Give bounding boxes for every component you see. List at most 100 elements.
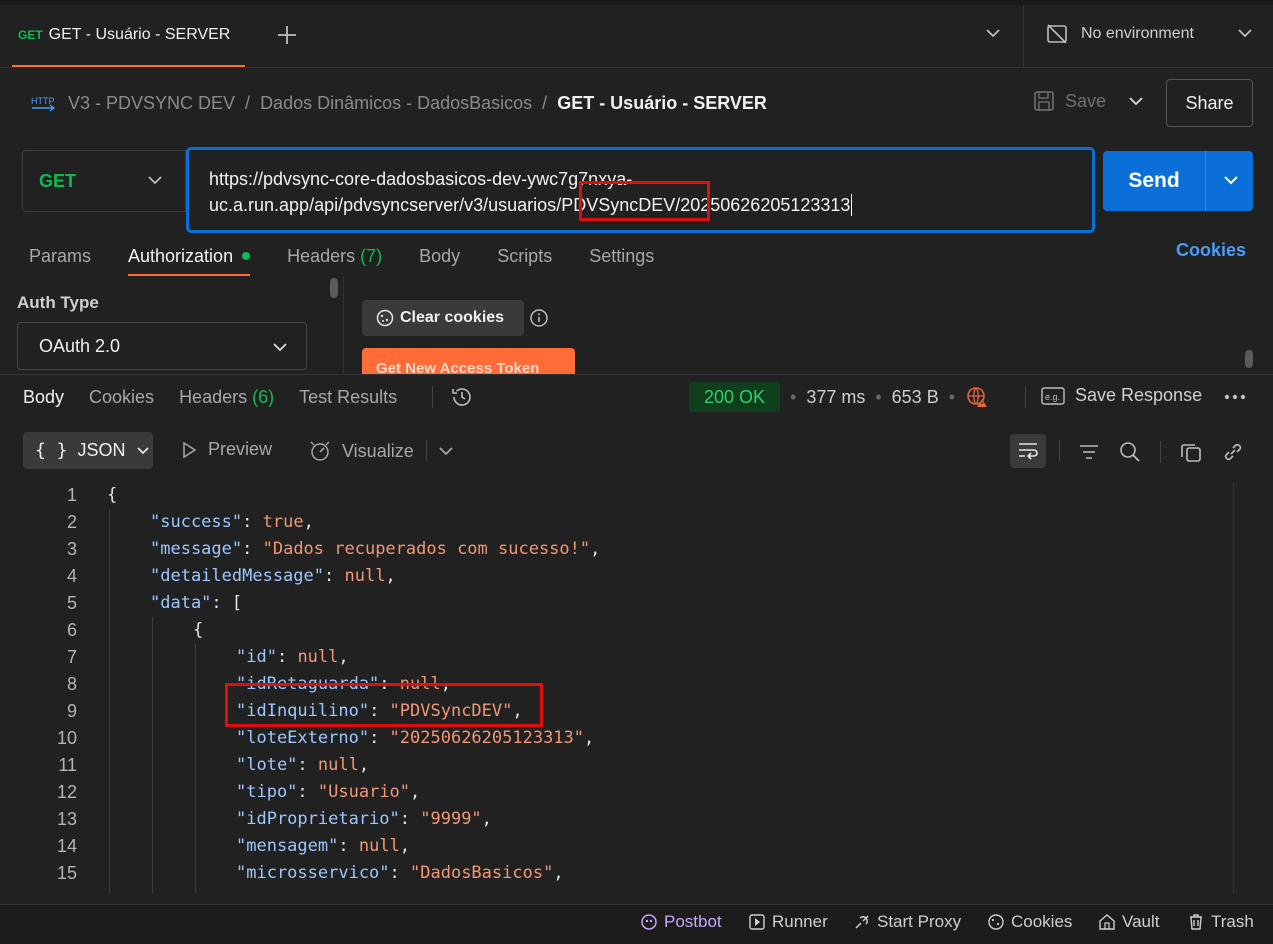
preview-button[interactable]: Preview <box>180 439 272 460</box>
trash-button[interactable]: Trash <box>1187 912 1254 932</box>
postbot-icon <box>640 913 658 931</box>
breadcrumb-folder[interactable]: Dados Dinâmicos - DadosBasicos <box>260 93 532 114</box>
send-chevron-down-icon[interactable] <box>1223 175 1239 185</box>
auth-right-scrollbar[interactable] <box>1245 350 1253 368</box>
viewer-tools <box>1060 440 1245 464</box>
visualize-chevron-down-icon[interactable] <box>438 446 454 456</box>
code-line: 12 "tipo": "Usuario", <box>56 782 421 802</box>
response-tab-test-results[interactable]: Test Results <box>299 380 397 414</box>
code-scrollbar-track[interactable] <box>1233 482 1234 894</box>
save-button[interactable]: Save <box>1033 90 1106 112</box>
save-icon <box>1033 90 1055 112</box>
environment-chevron-down-icon[interactable] <box>1237 28 1253 38</box>
environment-label: No environment <box>1081 25 1194 42</box>
tab-settings[interactable]: Settings <box>589 238 654 274</box>
status-bar <box>0 904 1273 944</box>
info-icon[interactable] <box>529 308 549 328</box>
save-chevron-down-icon[interactable] <box>1128 96 1144 106</box>
auth-chevron-down-icon <box>272 342 288 352</box>
runner-icon <box>748 913 766 931</box>
network-globe-icon[interactable] <box>965 385 989 409</box>
cookie-icon <box>376 309 394 327</box>
play-icon <box>180 441 198 459</box>
statusbar-cookies-button[interactable]: Cookies <box>987 912 1072 932</box>
code-line: 15 "microsservico": "DadosBasicos", <box>56 863 564 883</box>
code-line: 11 "lote": null, <box>58 755 370 775</box>
link-icon[interactable] <box>1221 440 1245 464</box>
clear-cookies-button[interactable]: Clear cookies <box>362 300 524 336</box>
response-meta: • 377 ms • 653 B • <box>790 385 989 409</box>
breadcrumb-request[interactable]: GET - Usuário - SERVER <box>557 93 767 114</box>
new-tab-plus-icon[interactable] <box>276 24 298 46</box>
get-token-label: Get New Access Token <box>376 360 540 374</box>
wrap-lines-button[interactable] <box>1010 434 1046 468</box>
code-line: 2 "success": true, <box>66 512 314 532</box>
braces-icon: { } <box>35 440 68 461</box>
more-options-icon[interactable] <box>1224 394 1246 400</box>
visualize-icon <box>308 439 332 463</box>
url-highlight-box <box>579 181 710 221</box>
tab-scripts[interactable]: Scripts <box>497 238 552 274</box>
tab-authorization[interactable]: Authorization <box>128 238 251 276</box>
history-icon[interactable] <box>450 385 474 409</box>
send-label: Send <box>1128 169 1180 192</box>
format-label: JSON <box>77 440 126 460</box>
auth-status-dot <box>242 252 251 260</box>
tab-body[interactable]: Body <box>419 238 460 274</box>
postbot-button[interactable]: Postbot <box>640 912 722 932</box>
response-tabs: Body Cookies Headers (6) Test Results <box>23 380 422 414</box>
svg-text:HTTP: HTTP <box>31 96 55 106</box>
proxy-icon <box>853 913 871 931</box>
send-button[interactable]: Send <box>1103 151 1253 211</box>
response-time[interactable]: 377 ms <box>806 387 865 408</box>
code-line: 9 "idInquilino": "PDVSyncDEV", <box>66 701 523 721</box>
code-line: 5 "data": [ <box>66 593 243 613</box>
tab-headers[interactable]: Headers (7) <box>287 238 382 274</box>
response-size[interactable]: 653 B <box>892 387 939 408</box>
auth-type-select[interactable]: OAuth 2.0 <box>17 322 307 370</box>
code-line: 13 "idProprietario": "9999", <box>56 809 492 829</box>
response-tab-body[interactable]: Body <box>23 380 64 414</box>
trash-icon <box>1187 913 1205 931</box>
no-environment-icon <box>1045 22 1069 46</box>
response-body-code[interactable]: 1{ 2 "success": true, 3 "message": "Dados … <box>0 482 1273 894</box>
example-icon: e.g. <box>1041 386 1065 406</box>
status-badge[interactable]: 200 OK <box>689 382 780 412</box>
vault-icon <box>1098 913 1116 931</box>
filter-icon[interactable] <box>1078 442 1100 462</box>
format-chevron-down-icon <box>136 446 150 456</box>
save-label: Save <box>1065 90 1107 111</box>
breadcrumb: HTTP V3 - PDVSYNC DEV / Dados Dinâmicos … <box>31 92 767 114</box>
search-icon[interactable] <box>1118 440 1142 464</box>
response-tab-headers[interactable]: Headers (6) <box>179 380 274 414</box>
code-line: 14 "mensagem": null, <box>56 836 411 856</box>
tabs-chevron-down-icon[interactable] <box>985 28 1001 38</box>
code-line: 7 "id": null, <box>66 647 349 667</box>
environment-selector[interactable]: No environment <box>1045 22 1194 46</box>
method-select[interactable]: GET <box>22 150 186 212</box>
save-response-button[interactable]: e.g. Save Response <box>1041 385 1202 406</box>
copy-icon[interactable] <box>1179 440 1203 464</box>
vault-button[interactable]: Vault <box>1098 912 1160 932</box>
cookie-icon <box>987 913 1005 931</box>
request-tabs: Params Authorization Headers (7) Body Sc… <box>29 238 691 276</box>
start-proxy-button[interactable]: Start Proxy <box>853 912 961 932</box>
share-button[interactable]: Share <box>1166 79 1253 127</box>
breadcrumb-collection[interactable]: V3 - PDVSYNC DEV <box>68 93 235 114</box>
save-response-label: Save Response <box>1075 385 1203 405</box>
get-new-access-token-button[interactable]: Get New Access Token <box>362 348 575 374</box>
wrap-lines-icon <box>1016 440 1040 462</box>
format-select[interactable]: { } JSON <box>23 432 153 469</box>
code-line: 10 "loteExterno": "20250626205123313", <box>56 728 595 748</box>
visualize-label: Visualize <box>342 440 414 461</box>
visualize-button[interactable]: Visualize <box>308 439 414 463</box>
auth-scrollbar[interactable] <box>330 278 338 298</box>
runner-button[interactable]: Runner <box>748 912 828 932</box>
cookies-link[interactable]: Cookies <box>1176 240 1246 261</box>
svg-text:e.g.: e.g. <box>1045 392 1060 402</box>
request-tab[interactable]: GET GET - Usuário - SERVER <box>12 5 245 67</box>
code-line: 8 "idRetaguarda": null, <box>66 674 451 694</box>
response-tab-cookies[interactable]: Cookies <box>89 380 154 414</box>
tab-params[interactable]: Params <box>29 238 91 274</box>
auth-type-value: OAuth 2.0 <box>39 335 121 356</box>
